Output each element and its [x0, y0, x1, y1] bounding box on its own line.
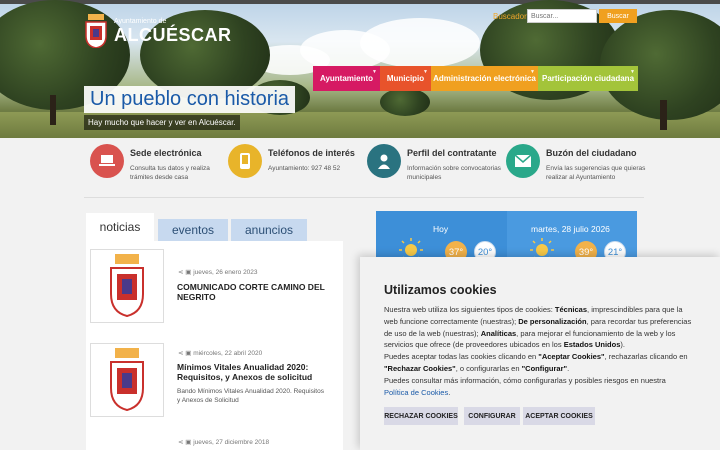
tree-trunk	[50, 95, 56, 125]
top-bar	[0, 0, 720, 4]
quick-link-desc: Envía las sugerencias que quieras realiz…	[546, 165, 646, 181]
tree-shape	[380, 88, 430, 116]
configure-cookies-button[interactable]: CONFIGURAR	[464, 407, 520, 425]
phone-icon	[228, 144, 262, 178]
news-date: ⋖ ▣ jueves, 26 enero 2023	[178, 269, 258, 276]
quick-link-desc: Ayuntamiento: 927 48 52	[268, 165, 341, 172]
section-divider	[84, 197, 644, 198]
hero-subheadline: Hay mucho que hacer y ver en Alcuéscar.	[84, 115, 240, 130]
news-date: ⋖ ▣ jueves, 27 diciembre 2018	[178, 439, 270, 446]
cookie-text-part: .	[448, 387, 451, 397]
logo-title: ALCUÉSCAR	[114, 25, 232, 45]
cookie-banner: Utilizamos cookies Nuestra web utiliza l…	[360, 257, 720, 450]
cookie-text-bold: Analíticas	[480, 328, 517, 338]
caret-down-icon: ▼	[630, 69, 635, 75]
mailbox-icon	[506, 144, 540, 178]
nav-municipio[interactable]: Municipio ▼	[380, 66, 431, 91]
tree-trunk	[660, 100, 667, 130]
news-date-text: jueves, 27 diciembre 2018	[193, 439, 270, 446]
cookie-text-part: Puedes consultar más información, cómo c…	[384, 375, 666, 385]
news-date: ⋖ ▣ miércoles, 22 abril 2020	[178, 350, 263, 357]
nav-ayuntamiento[interactable]: Ayuntamiento ▼	[313, 66, 380, 91]
news-title[interactable]: COMUNICADO CORTE CAMINO DEL NEGRITO	[177, 282, 327, 302]
coat-of-arms-icon	[90, 343, 164, 417]
nav-label: Municipio	[386, 74, 425, 83]
nav-label: Ayuntamiento	[319, 74, 374, 83]
quick-link-title: Teléfonos de interés	[268, 148, 355, 158]
cookie-text-bold: "Rechazar Cookies"	[384, 363, 456, 373]
news-date-text: miércoles, 22 abril 2020	[193, 350, 263, 357]
quick-link-title: Sede electrónica	[130, 148, 202, 158]
nav-administracion-electronica[interactable]: Administración electrónica ▼	[431, 66, 538, 91]
hero-banner: Ayuntamiento de ALCUÉSCAR Buscador Busca…	[0, 0, 720, 138]
laptop-icon	[90, 144, 124, 178]
cloud-shape	[360, 18, 480, 68]
weather-today-label: Hoy	[433, 224, 449, 234]
news-list: ⋖ ▣ jueves, 26 enero 2023 COMUNICADO COR…	[86, 241, 343, 450]
site-logo[interactable]: Ayuntamiento de ALCUÉSCAR	[84, 14, 232, 48]
caret-down-icon: ▼	[423, 69, 428, 75]
person-icon	[367, 144, 401, 178]
cookie-text-bold: Estados Unidos	[563, 340, 621, 350]
weather-next-label: martes, 28 julio 2026	[531, 224, 610, 234]
search-link[interactable]: Buscador	[493, 12, 527, 21]
cookie-title: Utilizamos cookies	[384, 283, 497, 297]
quick-link-desc: Información sobre convocatorias municipa…	[407, 165, 501, 181]
cookie-text-part: , o configurarlas en	[455, 363, 522, 373]
news-summary: Bando Mínimos Vitales Anualidad 2020. Re…	[177, 388, 324, 404]
cookie-text-part: ).	[620, 340, 625, 350]
cookie-text-part: , rechazarlas clicando en	[604, 352, 688, 362]
cookie-text-part: Nuestra web utiliza los siguientes tipos…	[384, 305, 555, 314]
caret-down-icon: ▼	[530, 69, 535, 75]
nav-label: Participación ciudadana	[541, 74, 635, 83]
cookie-text: Nuestra web utiliza los siguientes tipos…	[384, 304, 698, 398]
coat-of-arms-icon	[85, 14, 107, 48]
quick-link-desc: Consulta tus datos y realiza trámites de…	[130, 165, 210, 181]
quick-link-title: Buzón del ciudadano	[546, 148, 637, 158]
accept-cookies-button[interactable]: ACEPTAR COOKIES	[523, 407, 595, 425]
cookie-text-part: Puedes aceptar todas las cookies clicand…	[384, 352, 539, 362]
cookie-text-bold: Técnicas	[554, 305, 588, 314]
caret-down-icon: ▼	[372, 69, 377, 75]
cookie-policy-link[interactable]: Política de Cookies	[384, 388, 448, 397]
cookie-text-part: .	[567, 363, 570, 373]
nav-label: Administración electrónica	[433, 74, 536, 83]
coat-of-arms-icon	[90, 249, 164, 323]
nav-participacion-ciudadana[interactable]: Participación ciudadana ▼	[538, 66, 638, 91]
cookie-text-bold: "Aceptar Cookies"	[538, 352, 605, 362]
news-date-text: jueves, 26 enero 2023	[193, 269, 258, 276]
tab-noticias[interactable]: noticias	[86, 213, 154, 241]
hero-headline: Un pueblo con historia	[84, 86, 296, 113]
tab-anuncios[interactable]: anuncios	[231, 219, 307, 241]
tab-eventos[interactable]: eventos	[158, 219, 228, 241]
reject-cookies-button[interactable]: RECHAZAR COOKIES	[384, 407, 458, 425]
quick-link-title: Perfil del contratante	[407, 148, 497, 158]
cookie-text-bold: "Configurar"	[521, 363, 568, 373]
search-input[interactable]	[527, 9, 597, 23]
news-title[interactable]: Mínimos Vitales Anualidad 2020: Requisit…	[177, 362, 327, 382]
cookie-text-bold: De personalización	[518, 316, 587, 326]
search-button[interactable]: Buscar	[599, 9, 637, 23]
